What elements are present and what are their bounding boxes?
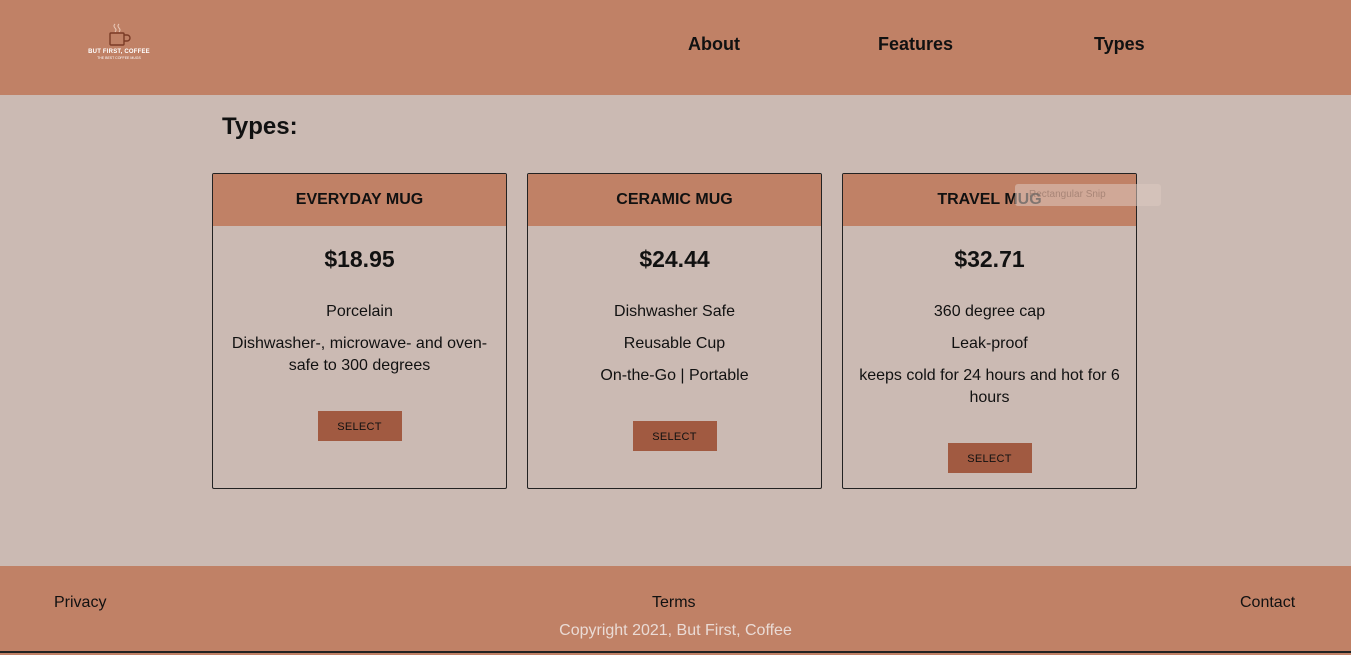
nav-about-link[interactable]: About bbox=[688, 34, 740, 55]
card-feature: Dishwasher Safe bbox=[614, 303, 735, 320]
product-card-ceramic: CERAMIC MUG $24.44 Dishwasher Safe Reusa… bbox=[527, 173, 822, 489]
product-card-everyday: EVERYDAY MUG $18.95 Porcelain Dishwasher… bbox=[212, 173, 507, 489]
card-title: CERAMIC MUG bbox=[528, 174, 821, 226]
select-button[interactable]: SELECT bbox=[317, 411, 402, 441]
select-button[interactable]: SELECT bbox=[947, 443, 1032, 473]
card-title: TRAVEL MUG bbox=[843, 174, 1136, 226]
footer-contact-link[interactable]: Contact bbox=[1240, 594, 1295, 612]
footer-terms-link[interactable]: Terms bbox=[652, 594, 696, 612]
card-feature: Reusable Cup bbox=[623, 335, 726, 352]
card-feature: Dishwasher-, microwave- and oven-safe to… bbox=[231, 335, 488, 374]
card-price: $32.71 bbox=[954, 246, 1025, 272]
brand-tagline: THE BEST COFFEE MUGS bbox=[97, 56, 141, 60]
bottom-divider bbox=[0, 651, 1351, 653]
nav-types-link[interactable]: Types bbox=[1094, 34, 1145, 55]
footer-privacy-link[interactable]: Privacy bbox=[54, 594, 106, 612]
card-price: $18.95 bbox=[324, 246, 395, 272]
brand-name: BUT FIRST, COFFEE bbox=[88, 49, 150, 55]
card-feature: Leak-proof bbox=[951, 335, 1028, 352]
card-price: $24.44 bbox=[639, 246, 710, 272]
card-feature: On-the-Go | Portable bbox=[600, 367, 749, 384]
select-button[interactable]: SELECT bbox=[632, 421, 717, 451]
brand-logo[interactable]: BUT FIRST, COFFEE THE BEST COFFEE MUGS bbox=[84, 22, 154, 68]
card-title: EVERYDAY MUG bbox=[213, 174, 506, 226]
section-title: Types: bbox=[222, 113, 298, 140]
card-feature: 360 degree cap bbox=[933, 303, 1046, 320]
site-header: BUT FIRST, COFFEE THE BEST COFFEE MUGS A… bbox=[0, 0, 1351, 95]
coffee-cup-icon bbox=[109, 23, 131, 46]
product-card-travel: TRAVEL MUG $32.71 360 degree cap Leak-pr… bbox=[842, 173, 1137, 489]
site-footer: Privacy Terms Contact Copyright 2021, Bu… bbox=[0, 566, 1351, 655]
copyright-text: Copyright 2021, But First, Coffee bbox=[559, 622, 792, 639]
card-feature: Porcelain bbox=[326, 303, 393, 320]
nav-features-link[interactable]: Features bbox=[878, 34, 953, 55]
card-feature: keeps cold for 24 hours and hot for 6 ho… bbox=[859, 367, 1120, 406]
